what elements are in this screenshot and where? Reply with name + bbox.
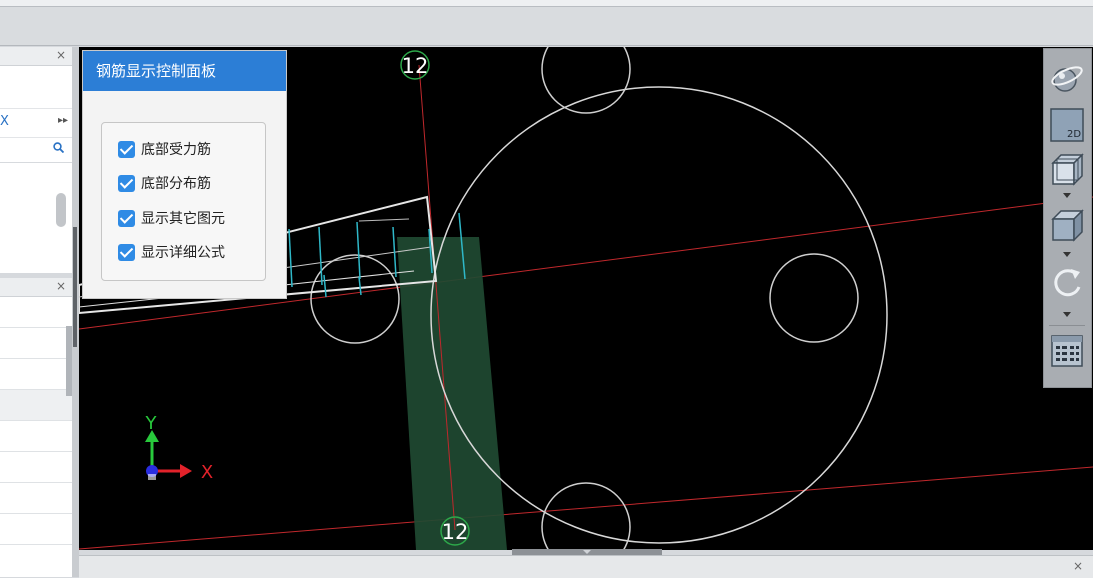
dropdown-arrow-icon[interactable] bbox=[1063, 252, 1071, 258]
checkbox-checked-icon[interactable] bbox=[118, 243, 135, 261]
control-panel-title: 钢筋显示控制面板 bbox=[83, 51, 286, 91]
pile-circle-top[interactable] bbox=[541, 47, 631, 114]
triad-x-label: X bbox=[201, 462, 213, 483]
left-panel-scrollbar[interactable] bbox=[56, 193, 66, 227]
3d-box-view-icon[interactable] bbox=[1049, 207, 1085, 243]
axis-label-bottom: 12 bbox=[442, 520, 469, 544]
axis-marker-top: 12 bbox=[400, 50, 430, 80]
left-panel-tab-row[interactable]: X ▸▸ bbox=[0, 109, 72, 138]
left-panel-navigator: × X ▸▸ bbox=[0, 47, 73, 273]
display-settings-icon[interactable] bbox=[1049, 333, 1085, 369]
pile-circle-right[interactable] bbox=[769, 253, 859, 343]
beam-inner-line bbox=[358, 218, 410, 222]
option-label: 底部分布筋 bbox=[141, 176, 211, 192]
ribbon-toolbar bbox=[0, 7, 1093, 46]
property-row[interactable] bbox=[0, 390, 72, 421]
property-row[interactable] bbox=[0, 514, 72, 545]
option-show-other-elements[interactable]: 显示其它图元 bbox=[118, 207, 225, 229]
axis-marker-bottom: 12 bbox=[440, 516, 470, 546]
bottom-panel-close-button[interactable]: × bbox=[1073, 559, 1083, 573]
rebar-display-control-panel: 钢筋显示控制面板 底部受力筋 底部分布筋 显示其它图元 显示详细公式 bbox=[82, 50, 287, 299]
checkbox-checked-icon[interactable] bbox=[118, 174, 135, 192]
splitter-handle[interactable] bbox=[73, 227, 77, 347]
bottom-panel: × bbox=[79, 555, 1093, 578]
toolbar-separator bbox=[1049, 325, 1085, 326]
triad-y-label: Y bbox=[145, 413, 158, 434]
checkbox-checked-icon[interactable] bbox=[118, 209, 135, 227]
left-panel-header: × bbox=[0, 47, 72, 66]
left-panel-blank-row bbox=[0, 66, 72, 109]
axis-triad: Y X bbox=[145, 413, 214, 483]
property-row[interactable] bbox=[0, 483, 72, 514]
property-row[interactable] bbox=[0, 297, 72, 328]
title-strip bbox=[0, 0, 1093, 7]
rotate-view-icon[interactable] bbox=[1049, 265, 1085, 301]
option-bottom-distribution-rebar[interactable]: 底部分布筋 bbox=[118, 172, 211, 194]
property-row[interactable] bbox=[0, 359, 72, 390]
panel-splitter[interactable] bbox=[72, 47, 79, 577]
pile-circle-bottom[interactable] bbox=[541, 482, 631, 550]
property-row[interactable] bbox=[0, 452, 72, 483]
3d-view-icon[interactable] bbox=[1049, 151, 1085, 187]
option-show-detailed-formula[interactable]: 显示详细公式 bbox=[118, 241, 225, 263]
view-toolbar: 2D bbox=[1043, 48, 1092, 388]
svg-text:2D: 2D bbox=[1067, 129, 1081, 140]
dropdown-arrow-icon[interactable] bbox=[1063, 193, 1071, 199]
control-panel-options: 底部受力筋 底部分布筋 显示其它图元 显示详细公式 bbox=[101, 122, 266, 281]
option-label: 底部受力筋 bbox=[141, 142, 211, 158]
axis-line-horizontal-bottom bbox=[79, 466, 1093, 550]
left-panel-2-close-button[interactable]: × bbox=[56, 279, 66, 293]
property-row[interactable] bbox=[0, 421, 72, 452]
left-panel-close-button[interactable]: × bbox=[56, 48, 66, 62]
2d-view-icon[interactable]: 2D bbox=[1049, 107, 1085, 143]
option-label: 显示其它图元 bbox=[141, 211, 225, 227]
checkbox-checked-icon[interactable] bbox=[118, 140, 135, 158]
dynamic-observe-icon[interactable] bbox=[1049, 61, 1085, 97]
left-panel-partial-label: X bbox=[0, 114, 9, 129]
left-panel-search-row[interactable] bbox=[0, 138, 72, 163]
option-bottom-main-rebar[interactable]: 底部受力筋 bbox=[118, 138, 211, 160]
dropdown-arrow-icon[interactable] bbox=[1063, 312, 1071, 318]
left-panel-properties: × bbox=[0, 278, 73, 577]
left-panel-2-header: × bbox=[0, 278, 72, 297]
pile-circle-left[interactable] bbox=[310, 254, 400, 344]
search-icon[interactable] bbox=[53, 142, 64, 153]
collapse-arrow-icon[interactable] bbox=[583, 550, 591, 554]
expand-arrow-icon[interactable]: ▸▸ bbox=[58, 115, 68, 126]
axis-label-top: 12 bbox=[402, 54, 429, 78]
option-label: 显示详细公式 bbox=[141, 245, 225, 261]
property-row[interactable] bbox=[0, 328, 72, 359]
